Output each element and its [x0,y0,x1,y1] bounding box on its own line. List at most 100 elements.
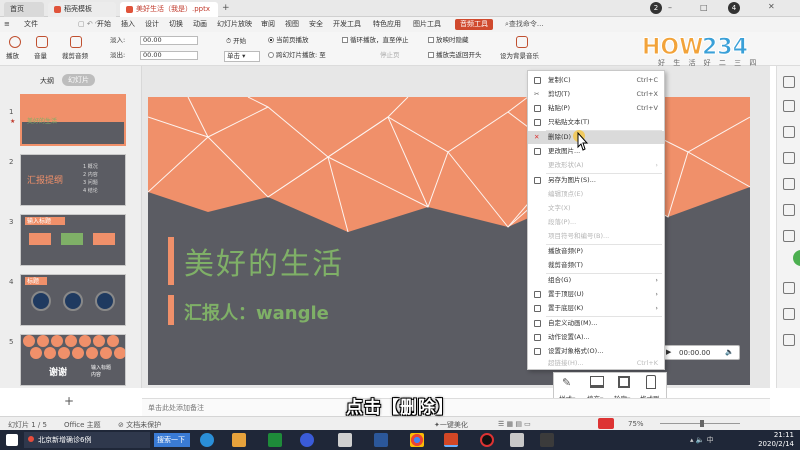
menu-cut[interactable]: ✂ 剪切(T) Ctrl+X [528,88,664,101]
menu-security[interactable]: 安全 [309,19,323,30]
tab-slides[interactable]: 幻灯片 [62,74,95,86]
start-select[interactable]: 单击 ▾ [224,51,260,62]
chrome-icon[interactable] [410,433,424,447]
volume-button[interactable]: 音量 [34,52,47,61]
play-button[interactable]: 播放 [6,52,19,61]
menu-paste-text[interactable]: 只粘贴文本(T) [528,116,664,129]
volume-icon[interactable]: 🔈 [725,348,734,356]
shape-icon[interactable] [783,76,795,88]
audio-timer[interactable]: ▶ 00:00.00 🔈 [662,345,740,360]
slide-thumbnail-4[interactable]: 标题 [20,274,126,326]
menu-save-as-picture[interactable]: 另存为图片(S)... [528,174,664,187]
menu-trim-audio[interactable]: 裁剪音频(T) [528,259,664,272]
slide-thumbnail-2[interactable]: 汇报提纲 1 概况 2 内容 3 问题 4 结论 [20,154,126,206]
menu-design[interactable]: 设计 [145,19,159,30]
menu-transition[interactable]: 切换 [169,19,183,30]
trim-audio-icon[interactable] [70,36,82,48]
play-icon[interactable]: ▶ [666,348,671,356]
tray-icons[interactable]: ▴ 🔈 中 [690,435,714,445]
tab-outline[interactable]: 大纲 [40,76,54,86]
slideshow-play-icon[interactable] [598,418,614,429]
play-icon[interactable] [9,36,21,48]
style-icon[interactable]: ✎ [562,376,578,390]
baidu-netdisk-icon[interactable] [300,433,314,447]
side-panel-toggle-icon[interactable] [793,250,800,266]
view-buttons[interactable]: ☰ ▦ ▤ ▭ [498,420,531,428]
background-music-icon[interactable] [516,36,528,48]
fade-in-input[interactable]: 00.00 [140,36,198,46]
menu-features[interactable]: 特色应用 [373,19,401,30]
menu-custom-animation[interactable]: 自定义动画(M)... [528,317,664,330]
loop-checkbox[interactable]: 循环播放，直至停止 [342,36,409,45]
slide-thumbnail-3[interactable]: 输入标题 [20,214,126,266]
menu-copy[interactable]: 复制(C) Ctrl+C [528,74,664,87]
notification-badge[interactable]: 4 [728,2,740,14]
menu-picture-tools[interactable]: 图片工具 [413,19,441,30]
slide-title[interactable]: 美好的生活 [184,239,344,283]
volume-icon[interactable] [36,36,48,48]
animation-icon[interactable] [783,152,795,164]
menu-send-to-back[interactable]: 置于底层(K) › [528,302,664,315]
app-icon[interactable] [338,433,352,447]
news-widget[interactable]: 北京新增确诊6例 [24,432,150,448]
slide-thumbnail-5[interactable]: 谢谢 输入标题 内容 [20,334,126,386]
format-painter-icon[interactable] [646,375,656,389]
menu-audio-tools[interactable]: 音频工具 [455,19,493,30]
menu-home[interactable]: 开始 [97,19,111,30]
menu-developer[interactable]: 开发工具 [333,19,361,30]
magic-icon[interactable] [783,204,795,216]
tab-document[interactable]: 美好生活（我是）.pptx [120,2,218,17]
slide-reporter[interactable]: 汇报人：wangle [184,299,329,325]
menu-slideshow[interactable]: 幻灯片放映 [217,19,252,30]
menu-paste[interactable]: 粘贴(P) Ctrl+V [528,102,664,115]
beautify-button[interactable]: ✦一键美化 [434,420,468,430]
slide-thumbnail-1[interactable]: 美好的生活 [20,94,126,146]
windows-start-icon[interactable] [6,434,18,446]
share-icon[interactable] [783,308,795,320]
layers-icon[interactable] [783,100,795,112]
outline-icon[interactable] [618,376,630,388]
menu-delete[interactable]: ✕ 删除(D) [528,131,664,144]
settings-icon[interactable] [783,282,795,294]
hamburger-icon[interactable]: ≡ [4,19,12,30]
menu-file[interactable]: 文件 [24,19,38,30]
menu-action-settings[interactable]: 动作设置(A)... [528,331,664,344]
app-icon[interactable] [540,433,554,447]
explorer-icon[interactable] [232,433,246,447]
wps-presentation-icon[interactable] [444,433,458,447]
help-icon[interactable] [783,334,795,346]
wps-writer-icon[interactable] [374,433,388,447]
trim-audio-button[interactable]: 裁剪音频 [62,52,88,61]
menu-play-audio[interactable]: 播放音频(P) [528,245,664,258]
menu-group[interactable]: 组合(G) › [528,274,664,287]
minimize-icon[interactable]: – [668,3,672,12]
current-page-radio[interactable]: 当前页播放 [268,36,309,45]
maximize-icon[interactable]: □ [700,3,708,12]
clock[interactable]: 21:11 2020/2/14 [746,431,794,449]
menu-bring-to-front[interactable]: 置于顶层(U) › [528,288,664,301]
star-icon[interactable] [783,178,795,190]
app-icon[interactable] [510,433,524,447]
menu-review[interactable]: 审阅 [261,19,275,30]
menu-animation[interactable]: 动画 [193,19,207,30]
ie-icon[interactable] [200,433,214,447]
menu-view[interactable]: 视图 [285,19,299,30]
fill-icon[interactable] [590,376,604,388]
tab-docer-templates[interactable]: 稻壳模板 [48,2,116,17]
excel-icon[interactable] [268,433,282,447]
image-icon[interactable] [783,230,795,242]
zoom-slider-thumb[interactable] [700,420,704,427]
search-box[interactable]: 搜索一下 [154,433,190,447]
menu-change-picture[interactable]: 更改图片... [528,145,664,158]
recorder-icon[interactable] [480,433,494,447]
set-bg-music-button[interactable]: 设为背景音乐 [500,52,539,61]
search-command[interactable]: ⌕查找命令... [505,19,544,30]
add-slide-button[interactable]: + [64,394,74,408]
new-tab-button[interactable]: + [222,3,230,13]
cross-slides-radio[interactable]: 跨幻灯片播放: 至 [268,51,326,60]
hide-checkbox[interactable]: 放映时隐藏 [428,36,469,45]
menu-insert[interactable]: 插入 [121,19,135,30]
fade-out-input[interactable]: 00.00 [140,51,198,61]
protect-status[interactable]: ⊘ 文档未保护 [118,420,161,430]
rewind-checkbox[interactable]: 播放完返回开头 [428,51,482,60]
